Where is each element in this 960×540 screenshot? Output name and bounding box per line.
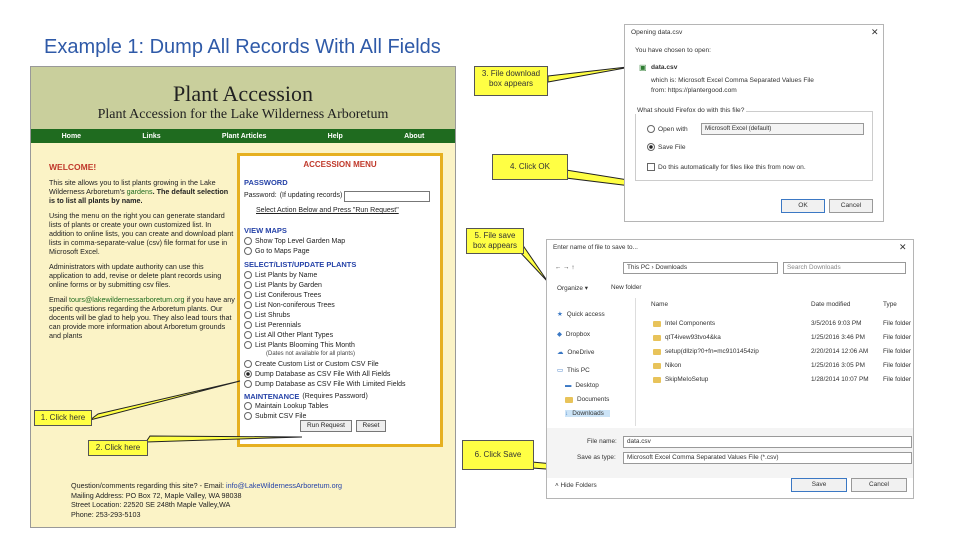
file-date: 1/25/2016 3:46 PM <box>811 334 866 341</box>
connector-3 <box>547 65 637 83</box>
col-type-header[interactable]: Type <box>883 301 897 308</box>
ok-button[interactable]: OK <box>781 199 825 213</box>
table-row[interactable]: setup(dllzip?0+fn=mc9101454zip <box>653 348 759 355</box>
chosen-label: You have chosen to open: <box>635 47 712 54</box>
nav-desktop[interactable]: ▬ Desktop <box>565 382 599 389</box>
path-bar[interactable]: This PC › Downloads <box>623 262 778 274</box>
save-dialog-title: Enter name of file to save to... <box>553 244 638 251</box>
nav-arrows[interactable]: ← → ↑ <box>555 264 575 271</box>
save-cancel-button[interactable]: Cancel <box>851 478 907 492</box>
callout-3: 3. File download box appears <box>474 66 548 96</box>
folder-icon <box>653 334 661 341</box>
organize-button[interactable]: Organize ▾ <box>557 284 588 292</box>
folder-icon <box>653 320 661 327</box>
close-icon[interactable]: ✕ <box>871 27 879 38</box>
nav-downloads[interactable]: ↓ Downloads <box>565 410 610 417</box>
hide-folders-toggle[interactable]: ˄ Hide Folders <box>555 482 597 489</box>
file-type: which is: Microsoft Excel Comma Separate… <box>651 77 814 84</box>
save-close-icon[interactable]: ✕ <box>899 242 907 253</box>
nav-dropbox[interactable]: ◆ Dropbox <box>557 330 590 339</box>
nav-onedrive[interactable]: ☁ OneDrive <box>557 348 594 357</box>
search-input[interactable]: Search Downloads <box>783 262 906 274</box>
file-type: File folder <box>883 362 912 369</box>
callout-6: 6. Click Save <box>462 440 534 470</box>
folder-icon <box>653 376 661 383</box>
new-folder-button[interactable]: New folder <box>611 284 642 291</box>
folder-icon <box>653 348 661 355</box>
connector-2 <box>145 435 303 443</box>
auto-checkbox[interactable]: Do this automatically for files like thi… <box>647 163 806 171</box>
table-row[interactable]: qtT4ivew93tvo4&ka <box>653 334 721 341</box>
callout-5: 5. File save box appears <box>466 228 524 254</box>
nav-pane: ★ Quick access ◆ Dropbox ☁ OneDrive ▭ This P… <box>547 298 636 426</box>
file-type: File folder <box>883 320 912 327</box>
file-source: from: https://plantergood.com <box>651 87 737 94</box>
file-name-label: File name: <box>587 438 617 445</box>
nav-quick-access[interactable]: ★ Quick access <box>557 310 605 319</box>
callout-2: 2. Click here <box>88 440 148 456</box>
callout-1: 1. Click here <box>34 410 92 426</box>
table-row[interactable]: Intel Components <box>653 320 715 327</box>
dialog-title: Opening data.csv <box>631 29 683 36</box>
nav-this-pc[interactable]: ▭ This PC <box>557 366 590 375</box>
radio-save-file[interactable]: Save File <box>647 143 686 151</box>
cancel-button[interactable]: Cancel <box>829 199 873 213</box>
file-date: 1/25/2016 3:05 PM <box>811 362 866 369</box>
file-date: 3/5/2016 9:03 PM <box>811 320 862 327</box>
save-type-label: Save as type: <box>577 454 616 461</box>
col-date-header[interactable]: Date modified <box>811 301 850 308</box>
file-date: 1/28/2014 10:07 PM <box>811 376 869 383</box>
excel-file-icon: ▣ <box>639 63 647 72</box>
table-row[interactable]: SkipMeIoSetup <box>653 376 708 383</box>
opening-file-dialog: Opening data.csv ✕ You have chosen to op… <box>624 24 884 222</box>
file-name: data.csv <box>651 64 678 71</box>
save-type-select[interactable]: Microsoft Excel Comma Separated Values F… <box>623 452 912 464</box>
folder-icon <box>653 362 661 369</box>
file-type: File folder <box>883 334 912 341</box>
save-button[interactable]: Save <box>791 478 847 492</box>
radio-open-with[interactable]: Open with <box>647 125 688 133</box>
file-name-input[interactable]: data.csv <box>623 436 912 448</box>
question-label: What should Firefox do with this file? <box>635 107 747 114</box>
callout-4: 4. Click OK <box>492 154 568 180</box>
file-date: 2/20/2014 12:06 AM <box>811 348 869 355</box>
table-row[interactable]: Nikon <box>653 362 681 369</box>
connector-1 <box>89 380 241 421</box>
file-type: File folder <box>883 348 912 355</box>
save-file-dialog: Enter name of file to save to... ✕ ← → ↑… <box>546 239 914 499</box>
open-with-select[interactable]: Microsoft Excel (default) <box>701 123 864 135</box>
col-name-header[interactable]: Name <box>651 301 668 308</box>
file-type: File folder <box>883 376 912 383</box>
nav-documents[interactable]: Documents <box>565 396 609 403</box>
